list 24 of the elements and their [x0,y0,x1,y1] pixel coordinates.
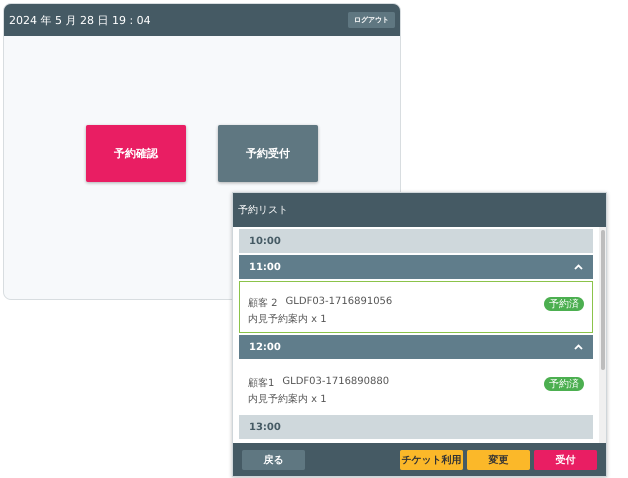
time-slot-header[interactable]: 11:00 [239,255,593,279]
customer-name: 顧客1 [248,376,274,390]
chevron-up-icon[interactable] [574,264,583,270]
datetime-text: 2024 年 5 月 28 日 19 : 04 [9,12,151,28]
status-badge: 予約済 [544,377,584,391]
confirm-button[interactable]: 予約確認 [86,125,186,182]
time-slot-header[interactable]: 13:00 [239,415,593,439]
reservation-code: GLDF03-1716890880 [282,376,390,389]
accept-button[interactable]: 受付 [534,450,597,470]
time-slot-header[interactable]: 12:00 [239,335,593,359]
customer-name: 顧客 2 [248,296,278,310]
scrollbar[interactable] [599,227,606,443]
reservation-code: GLDF03-1716891056 [286,296,392,309]
action-button[interactable]: チケット利用 [400,450,463,470]
panel-title: 予約リスト [233,193,606,227]
action-button[interactable]: 変更 [467,450,530,470]
chevron-up-icon[interactable] [574,344,583,350]
reservation-card[interactable]: 顧客 2 GLDF03-1716891056 内見予約案内 x 1 予約済 [239,281,593,333]
reservation-detail: 内見予約案内 x 1 [248,312,328,326]
action-button[interactable]: 予約受付 [218,125,318,182]
status-badge: 予約済 [544,297,584,311]
reservation-detail: 内見予約案内 x 1 [248,392,328,406]
back-button[interactable]: 戻る [242,450,305,470]
time-slot-header[interactable]: 10:00 [239,229,593,253]
